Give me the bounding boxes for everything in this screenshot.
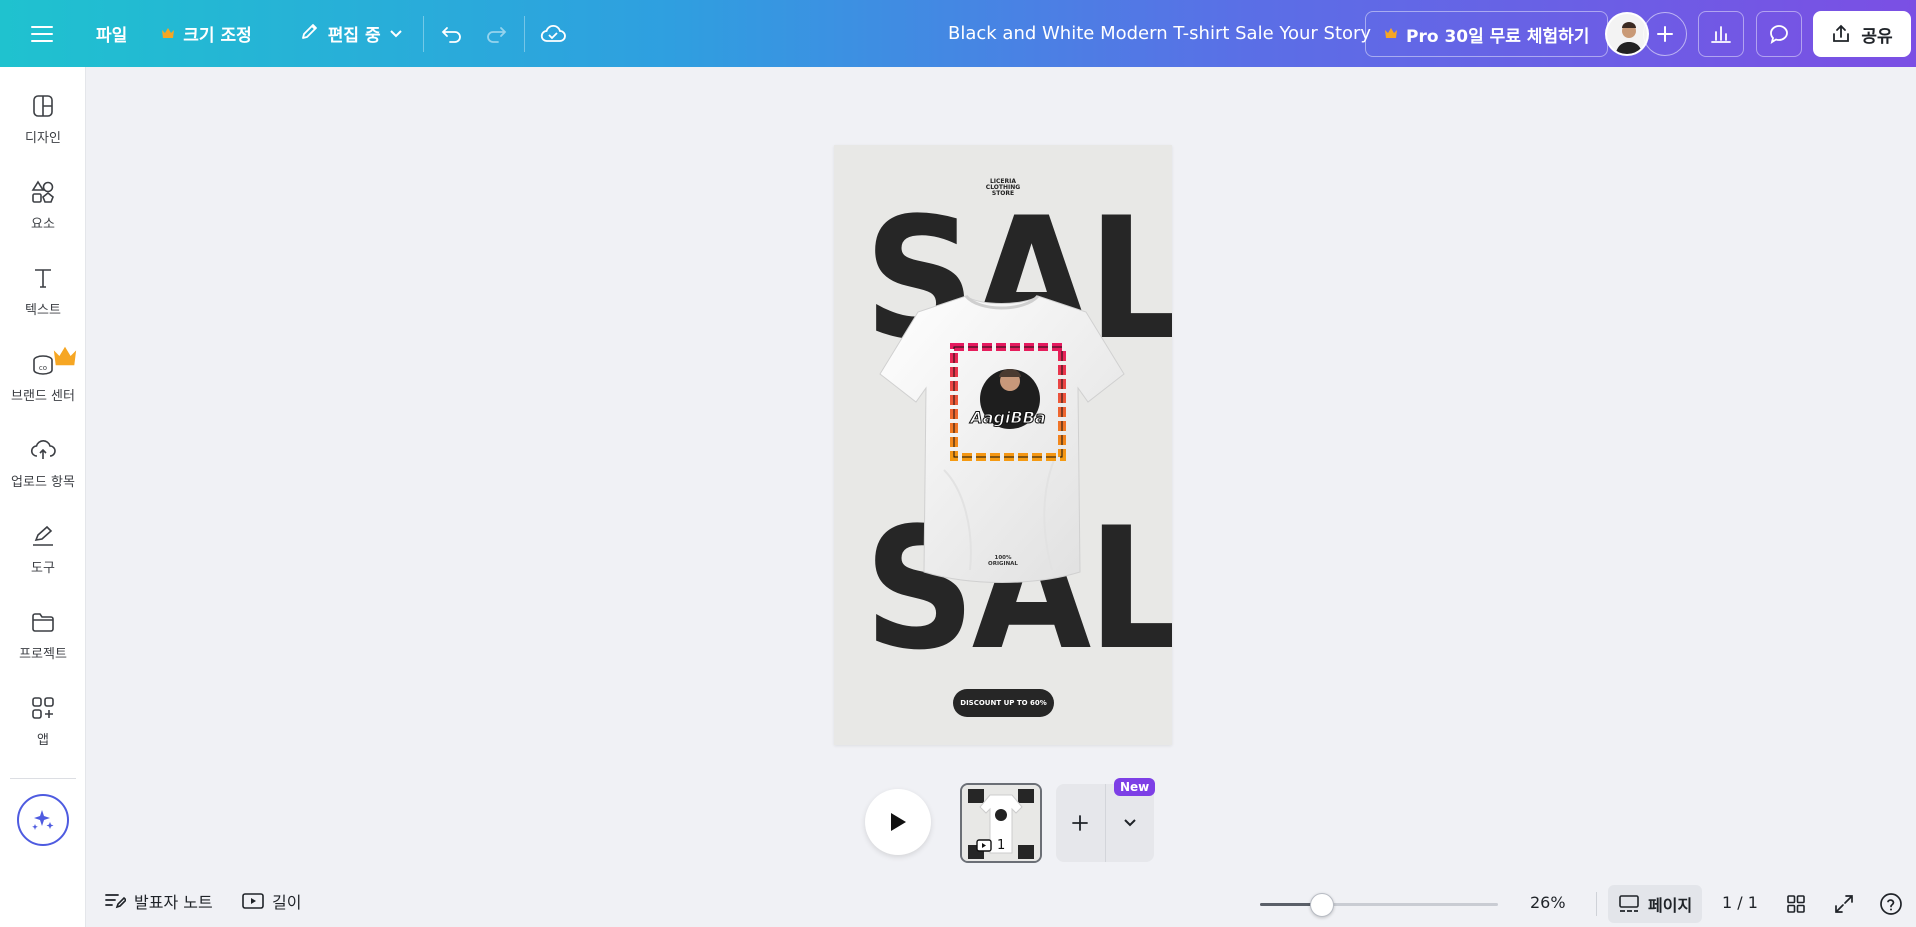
sidebar-divider [10,778,76,779]
sidebar-item-label: 요소 [31,216,55,232]
cloud-saved-icon[interactable] [531,12,575,56]
apps-icon [32,696,54,719]
redo-icon[interactable] [474,12,518,56]
logo-text: AagiBBa [970,408,1046,428]
duration-label: 길이 [272,893,302,912]
file-menu-label: 파일 [96,26,128,46]
menu-icon[interactable] [20,12,64,56]
magic-assistant-button[interactable] [17,794,69,846]
text-icon [35,268,51,288]
crown-icon [1384,24,1398,44]
file-menu-button[interactable]: 파일 [82,12,141,56]
design-canvas[interactable]: LICERIA CLOTHING STORE SALE SALE 100% OR… [834,145,1172,745]
sidebar-item-elements[interactable]: 요소 [0,165,86,245]
sidebar-item-label: 브랜드 센터 [11,388,75,404]
elements-icon [31,179,54,203]
resize-label: 크기 조정 [183,26,252,46]
original-label: 100% ORIGINAL [834,555,1172,567]
pro-trial-label: Pro 30일 무료 체험하기 [1406,26,1590,47]
add-page-button[interactable] [1056,784,1105,862]
share-button[interactable]: 공유 [1813,11,1911,57]
presenter-notes-label: 발표자 노트 [134,893,213,912]
comments-button[interactable] [1756,11,1802,57]
document-title[interactable]: Black and White Modern T-shirt Sale Your… [948,0,1371,67]
add-collaborator-button[interactable] [1643,12,1687,56]
original-line-2: ORIGINAL [988,561,1018,567]
grid-view-icon[interactable] [1782,890,1810,918]
bar-chart-icon [1711,26,1731,43]
sidebar-item-label: 디자인 [25,130,61,146]
presenter-notes-button[interactable]: 발표자 노트 [104,889,213,913]
plus-icon [1657,26,1673,42]
duration-button[interactable]: 길이 [242,889,301,913]
chevron-down-icon [389,24,403,44]
sidebar-item-text[interactable]: 텍스트 [0,251,86,331]
sidebar-item-label: 텍스트 [25,302,61,318]
upload-icon [30,439,56,459]
slide-icon [976,839,992,852]
editing-mode-button[interactable]: 편집 중 [286,12,417,56]
folder-icon [32,612,54,632]
sidebar-item-label: 도구 [31,560,55,576]
editing-mode-label: 편집 중 [327,26,381,46]
toolbar-divider [523,15,525,52]
sidebar-item-brand[interactable]: co 브랜드 센터 [0,337,86,417]
share-icon [1833,24,1850,42]
undo-icon[interactable] [430,12,474,56]
analytics-button[interactable] [1698,11,1744,57]
thumbnail-badge: 1 [976,838,1005,853]
sidebar-item-label: 앱 [37,732,49,748]
share-label: 공유 [1861,26,1893,47]
pro-trial-button[interactable]: Pro 30일 무료 체험하기 [1365,11,1609,57]
zoom-value[interactable]: 26% [1530,893,1566,912]
new-badge: New [1114,778,1156,796]
comment-icon [1770,25,1788,44]
pages-icon [1619,895,1639,912]
sidebar-item-apps[interactable]: 앱 [0,681,86,761]
sparkle-icon [32,810,54,830]
resize-button[interactable]: 크기 조정 [147,12,265,56]
plus-icon [1072,815,1089,831]
thumbnail-number: 1 [997,838,1006,853]
fullscreen-icon[interactable] [1830,890,1858,918]
sidebar-item-tools[interactable]: 도구 [0,509,86,589]
zoom-slider[interactable] [1260,893,1498,917]
design-icon [33,94,53,117]
help-icon[interactable] [1877,890,1905,918]
page-thumbnail[interactable]: 1 [960,783,1042,863]
pencil-icon [300,21,320,46]
crown-icon [161,24,175,44]
tools-icon [33,525,53,546]
duration-icon [242,893,264,909]
discount-pill[interactable]: DISCOUNT UP TO 60% [953,689,1054,717]
bottombar-divider [1596,892,1597,916]
chevron-down-icon [1124,819,1136,827]
logo-selection-frame[interactable] [950,343,1066,461]
play-icon [891,813,906,831]
notes-icon [105,894,126,909]
sidebar-item-label: 프로젝트 [19,646,67,662]
pages-view-label: 페이지 [1648,896,1693,915]
sidebar-item-design[interactable]: 디자인 [0,79,86,159]
toolbar-divider [422,15,424,52]
page-count: 1 / 1 [1722,893,1758,912]
play-button[interactable] [865,789,931,855]
pages-view-button[interactable]: 페이지 [1608,885,1703,923]
svg-text:co: co [39,364,47,372]
crown-icon [52,343,78,373]
sidebar-item-projects[interactable]: 프로젝트 [0,595,86,675]
sidebar-item-uploads[interactable]: 업로드 항목 [0,423,86,503]
zoom-slider-handle[interactable] [1310,893,1334,917]
sidebar-item-label: 업로드 항목 [11,474,75,490]
